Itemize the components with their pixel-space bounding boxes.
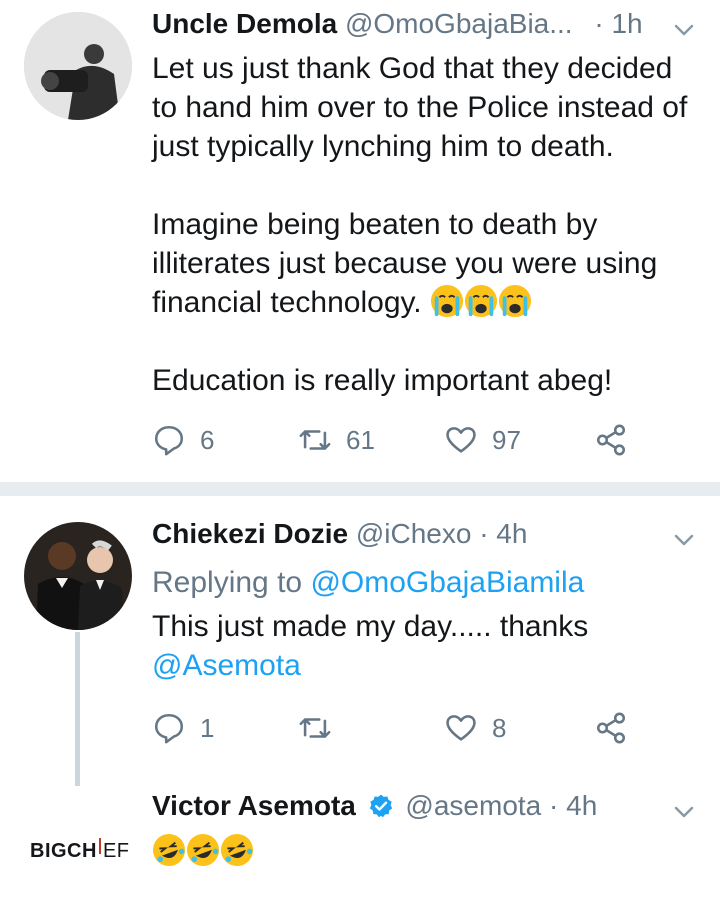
tweet-header: Uncle Demola @OmoGbajaBia... · 1h bbox=[152, 6, 643, 42]
thread-connector bbox=[75, 632, 80, 786]
avatar-uncle-demola[interactable] bbox=[24, 12, 132, 120]
like-count: 97 bbox=[492, 424, 521, 455]
replying-to-link[interactable]: @OmoGbajaBiamila bbox=[310, 566, 584, 599]
verified-badge-icon bbox=[369, 794, 392, 818]
share-icon bbox=[596, 712, 626, 744]
reply-button[interactable]: 6 bbox=[152, 420, 214, 460]
tweet-paragraph: Education is really important abeg! bbox=[152, 364, 613, 397]
tweet-actions: 1 8 bbox=[152, 708, 632, 748]
timestamp[interactable]: · 1h bbox=[594, 8, 642, 39]
crying-emoji bbox=[430, 284, 464, 318]
like-icon bbox=[446, 427, 476, 453]
display-name[interactable]: Uncle Demola bbox=[152, 8, 337, 39]
chevron-down-icon[interactable] bbox=[672, 18, 696, 42]
share-button[interactable] bbox=[594, 708, 642, 748]
user-handle[interactable]: @OmoGbajaBia... bbox=[345, 8, 573, 39]
tweet-divider bbox=[0, 482, 720, 496]
reply-count: 1 bbox=[200, 712, 215, 743]
user-handle[interactable]: @iChexo · 4h bbox=[356, 518, 528, 549]
watermark-rest: EF bbox=[102, 840, 130, 862]
retweet-count: 61 bbox=[346, 424, 375, 455]
retweet-icon bbox=[299, 430, 331, 450]
reply-icon bbox=[154, 425, 184, 456]
tweet-paragraph: Let us just thank God that they decided … bbox=[152, 52, 688, 163]
tweet-actions: 6 61 97 bbox=[152, 420, 632, 460]
tweet-uncle-demola[interactable]: Uncle Demola @OmoGbajaBia... · 1h Let us… bbox=[0, 0, 720, 482]
user-handle[interactable]: @asemota · 4h bbox=[405, 790, 597, 821]
display-name[interactable]: Victor Asemota bbox=[152, 790, 356, 821]
replying-to: Replying to @OmoGbajaBiamila bbox=[152, 563, 702, 602]
chevron-down-icon[interactable] bbox=[672, 528, 696, 552]
reply-icon bbox=[154, 713, 184, 744]
mention-link[interactable]: @Asemota bbox=[152, 649, 301, 682]
retweet-icon bbox=[299, 718, 331, 738]
watermark-bold: BIGCH bbox=[30, 840, 97, 862]
tweet-text-content: This just made my day..... thanks bbox=[152, 610, 589, 643]
tweet-paragraph-text: Imagine being beaten to death by illiter… bbox=[152, 208, 658, 319]
retweet-button[interactable]: 61 bbox=[298, 420, 375, 460]
like-button[interactable]: 8 bbox=[444, 708, 506, 748]
tweet-paragraph-2: Imagine being beaten to death by illiter… bbox=[152, 205, 702, 322]
reply-button[interactable]: 1 bbox=[152, 708, 214, 748]
replying-to-label: Replying to bbox=[152, 566, 311, 599]
tweet-text: This just made my day..... thanks @Asemo… bbox=[152, 607, 632, 685]
like-button[interactable]: 97 bbox=[444, 420, 521, 460]
crying-emoji bbox=[498, 284, 532, 318]
like-count: 8 bbox=[492, 712, 507, 743]
share-icon bbox=[596, 424, 626, 456]
chevron-down-icon[interactable] bbox=[672, 800, 696, 824]
laughing-emoji bbox=[220, 833, 254, 867]
display-name[interactable]: Chiekezi Dozie bbox=[152, 518, 348, 549]
like-icon bbox=[446, 715, 476, 741]
watermark-logo: BIGCH EF bbox=[30, 838, 130, 863]
retweet-button[interactable] bbox=[298, 708, 346, 748]
reply-count: 6 bbox=[200, 424, 215, 455]
tweet-text bbox=[152, 832, 254, 871]
avatar-chiekezi-dozie[interactable] bbox=[24, 522, 132, 630]
crying-emoji bbox=[464, 284, 498, 318]
share-button[interactable] bbox=[594, 420, 642, 460]
tweet-text: Let us just thank God that they decided … bbox=[152, 49, 702, 400]
tweet-header: Victor Asemota @asemota · 4h bbox=[152, 788, 597, 824]
tweet-chiekezi-dozie[interactable]: Chiekezi Dozie @iChexo · 4h Replying to … bbox=[0, 496, 720, 786]
tweet-header: Chiekezi Dozie @iChexo · 4h bbox=[152, 516, 527, 552]
